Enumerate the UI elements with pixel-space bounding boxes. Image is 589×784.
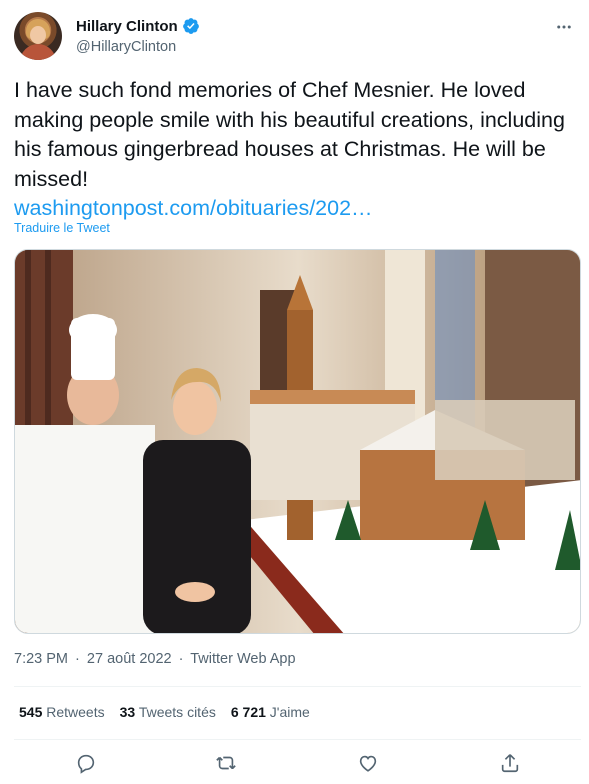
quotes-stat[interactable]: 33 Tweets cités [120, 704, 216, 720]
display-name[interactable]: Hillary Clinton [76, 18, 178, 35]
meta-separator: · [75, 651, 80, 667]
retweets-stat[interactable]: 545 Retweets [19, 704, 105, 720]
likes-stat[interactable]: 6 721 J'aime [231, 704, 310, 720]
author-info: Hillary Clinton @HillaryClinton [76, 17, 200, 55]
tweet-header: Hillary Clinton @HillaryClinton [14, 12, 575, 62]
tweet-source[interactable]: Twitter Web App [190, 651, 295, 667]
handle[interactable]: @HillaryClinton [76, 39, 200, 55]
tweet-text: I have such fond memories of Chef Mesnie… [14, 78, 565, 191]
tweet-date[interactable]: 27 août 2022 [87, 651, 172, 667]
tweet-photo[interactable] [14, 249, 581, 634]
tweet-body: I have such fond memories of Chef Mesnie… [14, 76, 575, 224]
tweet-time[interactable]: 7:23 PM [14, 651, 68, 667]
translate-link[interactable]: Traduire le Tweet [14, 221, 110, 235]
meta-separator-2: · [178, 651, 184, 667]
share-icon[interactable] [497, 750, 523, 776]
more-options-icon[interactable] [553, 16, 575, 38]
like-icon[interactable] [355, 750, 381, 776]
tweet-meta: 7:23 PM · 27 août 2022 · Twitter Web App [14, 651, 296, 667]
divider [14, 686, 581, 687]
avatar[interactable] [14, 12, 62, 60]
verified-badge-icon [182, 17, 200, 35]
tweet-stats: 545 Retweets 33 Tweets cités 6 721 J'aim… [19, 704, 310, 720]
reply-icon[interactable] [73, 750, 99, 776]
divider-2 [14, 739, 581, 740]
retweet-icon[interactable] [213, 750, 239, 776]
tweet-link[interactable]: washingtonpost.com/obituaries/202… [14, 194, 575, 224]
tweet-actions [14, 746, 581, 780]
